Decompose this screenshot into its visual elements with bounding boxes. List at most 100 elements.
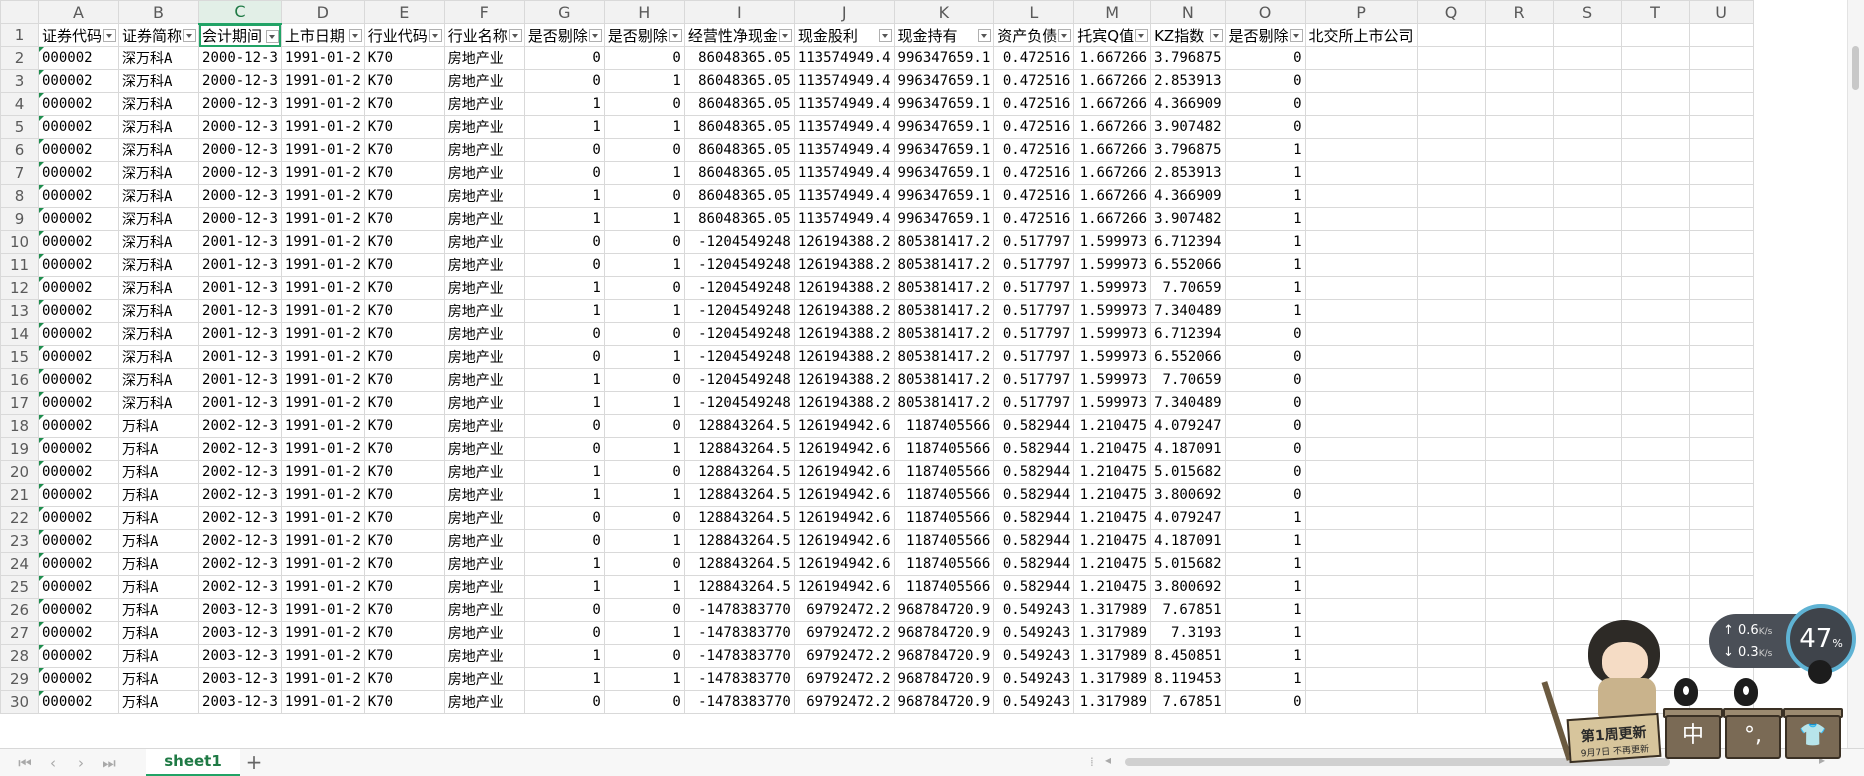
table-cell[interactable]: 0.582944 [993, 575, 1075, 599]
table-cell[interactable]: 0.582944 [993, 414, 1075, 438]
empty-cell[interactable] [1484, 184, 1554, 208]
table-cell[interactable]: 000002 [37, 552, 120, 576]
table-cell[interactable]: -1204549248 [683, 230, 795, 254]
table-cell[interactable]: 7.340489 [1150, 391, 1226, 415]
empty-cell[interactable] [1620, 299, 1690, 323]
table-cell[interactable]: 房地产业 [443, 276, 525, 300]
table-cell[interactable]: 2002-12-3 [198, 414, 282, 438]
table-cell[interactable]: K70 [363, 506, 445, 530]
split-handle-icon[interactable]: ⁞ [1090, 755, 1094, 769]
table-cell[interactable]: 1 [523, 184, 605, 208]
table-cell[interactable]: 2001-12-3 [198, 391, 282, 415]
table-cell[interactable]: 1.599973 [1073, 276, 1152, 300]
table-cell[interactable]: 126194942.6 [793, 437, 895, 461]
empty-cell[interactable] [1552, 414, 1622, 438]
empty-cell[interactable] [1552, 69, 1622, 93]
table-cell[interactable]: 0 [1224, 322, 1306, 346]
empty-cell[interactable] [1688, 92, 1754, 116]
table-cell[interactable]: 房地产业 [443, 115, 525, 139]
table-cell[interactable]: -1478383770 [683, 598, 795, 622]
empty-cell[interactable] [1552, 437, 1622, 461]
table-cell[interactable]: 3.907482 [1150, 115, 1226, 139]
header-cell[interactable]: 行业代码 [363, 23, 445, 47]
table-cell[interactable]: 0 [603, 138, 685, 162]
table-cell[interactable]: -1204549248 [683, 322, 795, 346]
empty-cell[interactable] [1620, 598, 1690, 622]
table-cell[interactable]: 1991-01-2 [280, 437, 365, 461]
table-cell[interactable]: 0.582944 [993, 506, 1075, 530]
column-header[interactable]: C [198, 0, 282, 25]
empty-cell[interactable] [1416, 575, 1486, 599]
table-cell[interactable]: 2003-12-3 [198, 644, 282, 668]
table-cell[interactable]: 86048365.05 [683, 184, 795, 208]
empty-cell[interactable] [1416, 667, 1486, 691]
table-cell[interactable]: 万科A [118, 552, 200, 576]
table-cell[interactable]: 968784720.9 [893, 621, 995, 645]
table-cell[interactable]: 1 [1224, 667, 1306, 691]
table-cell[interactable]: 4.366909 [1150, 92, 1226, 116]
filter-dropdown-icon[interactable] [1135, 29, 1149, 42]
table-cell[interactable]: 深万科A [118, 253, 200, 277]
table-cell[interactable]: 万科A [118, 460, 200, 484]
table-cell[interactable]: 000002 [37, 575, 120, 599]
row-number[interactable]: 9 [0, 207, 39, 231]
table-cell[interactable]: -1204549248 [683, 368, 795, 392]
empty-cell[interactable] [1304, 414, 1418, 438]
table-cell[interactable]: 996347659.1 [893, 46, 995, 70]
empty-cell[interactable] [1416, 644, 1486, 668]
table-cell[interactable]: 128843264.5 [683, 552, 795, 576]
filter-dropdown-icon[interactable] [778, 29, 792, 42]
table-cell[interactable]: 996347659.1 [893, 115, 995, 139]
table-cell[interactable]: 1 [603, 575, 685, 599]
table-cell[interactable]: 1.667266 [1073, 184, 1152, 208]
empty-cell[interactable] [1304, 621, 1418, 645]
table-cell[interactable]: 1991-01-2 [280, 552, 365, 576]
table-cell[interactable]: 0 [1224, 368, 1306, 392]
skin-button[interactable]: 👕 [1785, 715, 1841, 759]
table-cell[interactable]: 1 [1224, 184, 1306, 208]
empty-cell[interactable] [1688, 253, 1754, 277]
table-cell[interactable]: 0.517797 [993, 276, 1075, 300]
table-cell[interactable]: 1 [1224, 299, 1306, 323]
table-cell[interactable]: 1 [523, 644, 605, 668]
table-cell[interactable]: 000002 [37, 391, 120, 415]
table-cell[interactable]: 1.317989 [1073, 621, 1152, 645]
header-cell[interactable]: 现金股利 [793, 23, 895, 47]
table-cell[interactable]: K70 [363, 529, 445, 553]
table-cell[interactable]: 0 [523, 506, 605, 530]
column-header[interactable]: B [118, 0, 200, 24]
table-cell[interactable]: 805381417.2 [893, 299, 995, 323]
column-header[interactable]: I [683, 0, 795, 24]
table-cell[interactable]: 126194388.2 [793, 391, 895, 415]
table-cell[interactable]: 1 [523, 276, 605, 300]
empty-cell[interactable] [1304, 184, 1418, 208]
table-cell[interactable]: 2003-12-3 [198, 667, 282, 691]
table-cell[interactable]: 房地产业 [443, 483, 525, 507]
table-cell[interactable]: 0.582944 [993, 483, 1075, 507]
table-cell[interactable]: 126194942.6 [793, 506, 895, 530]
table-cell[interactable]: 1991-01-2 [280, 138, 365, 162]
empty-cell[interactable] [1552, 276, 1622, 300]
table-cell[interactable]: 5.015682 [1150, 460, 1226, 484]
table-cell[interactable]: 1 [603, 299, 685, 323]
table-cell[interactable]: 1.210475 [1073, 506, 1152, 530]
table-cell[interactable]: 0 [603, 690, 685, 714]
table-cell[interactable]: 1 [1224, 161, 1306, 185]
table-cell[interactable]: 1 [523, 667, 605, 691]
empty-cell[interactable] [1688, 529, 1754, 553]
empty-cell[interactable] [1304, 92, 1418, 116]
table-cell[interactable]: 000002 [37, 115, 120, 139]
header-cell[interactable]: 是否剔除 [1224, 23, 1306, 47]
table-cell[interactable]: 126194942.6 [793, 483, 895, 507]
empty-cell[interactable] [1416, 414, 1486, 438]
table-cell[interactable]: 1.210475 [1073, 529, 1152, 553]
empty-cell[interactable] [1620, 207, 1690, 231]
table-cell[interactable]: K70 [363, 621, 445, 645]
column-header[interactable]: Q [1416, 0, 1486, 24]
empty-cell[interactable] [1304, 345, 1418, 369]
table-cell[interactable]: 深万科A [118, 207, 200, 231]
table-cell[interactable]: 0.472516 [993, 92, 1075, 116]
table-cell[interactable]: 2000-12-3 [198, 161, 282, 185]
table-cell[interactable]: 0 [1224, 345, 1306, 369]
empty-cell[interactable] [1416, 391, 1486, 415]
